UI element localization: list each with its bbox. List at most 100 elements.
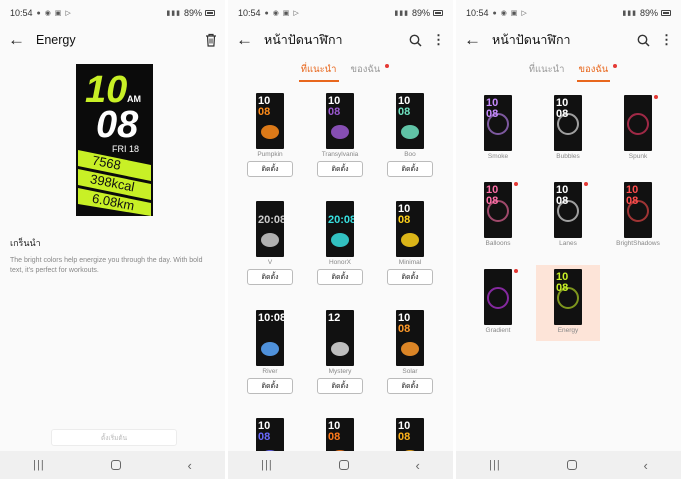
watchface-thumbnail[interactable]: 10 08 <box>326 93 354 149</box>
thumb-accent <box>627 113 649 135</box>
new-dot-icon <box>385 64 390 68</box>
tab-recommended[interactable]: ที่แนะนำ <box>298 60 339 82</box>
notification-icons: ● ◉ ▣ ▷ <box>36 10 72 17</box>
tab-mine[interactable]: ของฉัน <box>349 60 390 82</box>
watchface-card[interactable]: 20:08 V ติดตั้ง <box>238 201 302 285</box>
tab-recommended[interactable]: ที่แนะนำ <box>527 60 567 82</box>
watchface-card[interactable]: 10 08 Transylvania ติดตั้ง <box>308 93 372 177</box>
recent-apps-icon[interactable]: ||| <box>489 459 501 471</box>
install-button[interactable]: ติดตั้ง <box>317 161 363 177</box>
thumb-accent <box>261 233 279 247</box>
home-icon[interactable] <box>567 460 578 470</box>
watchface-card[interactable]: 10 08 Solar ติดตั้ง <box>378 310 442 394</box>
more-options-icon[interactable]: ⋮ <box>660 32 673 48</box>
battery-icon <box>433 10 443 16</box>
watchface-thumbnail[interactable]: 10 08 <box>624 182 652 238</box>
watchface-card[interactable]: 20:08 HonorX ติดตั้ง <box>308 201 372 285</box>
watchface-thumbnail[interactable]: 10 08 <box>554 269 582 325</box>
install-button[interactable]: ติดตั้ง <box>387 161 433 177</box>
thumb-minute: 08 <box>398 431 411 443</box>
watchface-thumbnail[interactable]: 10 08 <box>554 182 582 238</box>
thumb-accent <box>331 125 349 139</box>
page-title: Energy <box>36 33 76 47</box>
watchface-card[interactable]: 10 08 Smoke <box>466 95 530 160</box>
install-button[interactable]: ติดตั้ง <box>317 378 363 394</box>
search-icon[interactable] <box>409 34 422 47</box>
watchface-thumbnail[interactable]: 10:08 <box>256 310 284 366</box>
watchface-name: Bubbles <box>556 153 580 160</box>
home-icon[interactable] <box>339 460 350 470</box>
watchface-card[interactable]: 10 08 Bubbles <box>536 95 600 160</box>
app-bar-actions <box>205 33 217 47</box>
watchface-card[interactable]: 10 08 Minimal ติดตั้ง <box>378 201 442 285</box>
tab-mine-label: ของฉัน <box>350 64 381 75</box>
back-nav-icon[interactable]: ‹ <box>415 458 419 473</box>
watchface-thumbnail[interactable]: 10 08 <box>396 310 424 366</box>
watchface-card[interactable]: 10:08 River ติดตั้ง <box>238 310 302 394</box>
watchface-card[interactable]: 10 08 Boo ติดตั้ง <box>378 93 442 177</box>
watchface-card[interactable]: 10 08 Pumpkin ติดตั้ง <box>238 93 302 177</box>
thumb-minute: 08 <box>328 106 341 118</box>
watchface-name: River <box>262 368 278 375</box>
install-button[interactable]: ติดตั้ง <box>387 269 433 285</box>
energy-detail-screen: 10:54 ● ◉ ▣ ▷ ▮▮▮ 89% ← Energy 10 AM 08 … <box>0 0 225 479</box>
watchface-card[interactable]: 10 08 Balloons <box>466 182 530 247</box>
description-text: The bright colors help energize you thro… <box>10 257 203 274</box>
back-arrow-icon[interactable]: ← <box>464 30 486 50</box>
watchface-card[interactable]: 12 Mystery ติดตั้ง <box>308 310 372 394</box>
watchface-name: Minimal <box>398 259 422 266</box>
system-nav-bar: ||| ‹ <box>228 451 453 479</box>
watchface-thumbnail[interactable]: 10 08 <box>484 95 512 151</box>
back-arrow-icon[interactable]: ← <box>236 30 258 50</box>
watchface-card[interactable]: Spunk <box>606 95 670 160</box>
install-button[interactable]: ติดตั้ง <box>247 269 293 285</box>
thumb-hour: 12 <box>328 312 341 324</box>
watchface-card[interactable]: 10 08 Energy <box>536 269 600 334</box>
thumb-accent <box>401 342 419 356</box>
thumb-accent <box>401 125 419 139</box>
thumb-accent <box>261 342 279 356</box>
more-options-icon[interactable]: ⋮ <box>432 32 445 48</box>
watchface-thumbnail[interactable]: 20:08 <box>326 201 354 257</box>
back-nav-icon[interactable]: ‹ <box>187 458 191 473</box>
app-bar: ← หน้าปัดนาฬิกา ⋮ <box>228 26 453 54</box>
thumb-minute: 20:08 <box>258 214 284 226</box>
recent-apps-icon[interactable]: ||| <box>261 459 273 471</box>
thumb-minute: 08 <box>486 195 499 207</box>
thumb-accent <box>401 233 419 247</box>
watchface-name: Energy <box>557 327 579 334</box>
watchface-card[interactable]: Gradient <box>466 269 530 334</box>
install-button[interactable]: ติดตั้ง <box>387 378 433 394</box>
watchface-thumbnail[interactable]: 10 08 <box>554 95 582 151</box>
watchface-thumbnail[interactable]: 10 08 <box>256 93 284 149</box>
watchface-thumbnail[interactable]: 10 08 <box>396 93 424 149</box>
delete-icon[interactable] <box>205 33 217 47</box>
signal-icon: ▮▮▮ <box>394 10 409 17</box>
watchface-thumbnail[interactable] <box>624 95 652 151</box>
watchface-thumbnail[interactable]: 20:08 <box>256 201 284 257</box>
watchface-name: Pumpkin <box>257 151 283 158</box>
search-icon[interactable] <box>637 34 650 47</box>
tab-mine[interactable]: ของฉัน <box>576 60 618 82</box>
watchface-thumbnail[interactable] <box>484 269 512 325</box>
app-bar: ← หน้าปัดนาฬิกา ⋮ <box>456 26 681 54</box>
back-arrow-icon[interactable]: ← <box>8 30 30 50</box>
watchface-name: BrightShadows <box>616 240 660 247</box>
watchface-name: Lanes <box>559 240 577 247</box>
recent-apps-icon[interactable]: ||| <box>33 459 45 471</box>
home-icon[interactable] <box>111 460 122 470</box>
preview-minute: 08 <box>96 104 139 146</box>
watchface-thumbnail[interactable]: 10 08 <box>484 182 512 238</box>
install-button[interactable]: ติดตั้ง <box>317 269 363 285</box>
install-button[interactable]: ติดตั้ง <box>247 161 293 177</box>
watchface-thumbnail[interactable]: 12 <box>326 310 354 366</box>
back-nav-icon[interactable]: ‹ <box>643 458 647 473</box>
recommended-faces-screen: 10:54 ● ◉ ▣ ▷ ▮▮▮ 89% ← หน้าปัดนาฬิกา ⋮ … <box>228 0 453 479</box>
status-time: 10:54 <box>10 8 33 18</box>
watchface-card[interactable]: 10 08 Lanes <box>536 182 600 247</box>
app-bar-actions: ⋮ <box>409 32 445 48</box>
watchface-card[interactable]: 10 08 BrightShadows <box>606 182 670 247</box>
watchface-thumbnail[interactable]: 10 08 <box>396 201 424 257</box>
install-button[interactable]: ติดตั้ง <box>247 378 293 394</box>
set-default-button[interactable]: ตั้งเริ่มต้น <box>51 429 177 446</box>
